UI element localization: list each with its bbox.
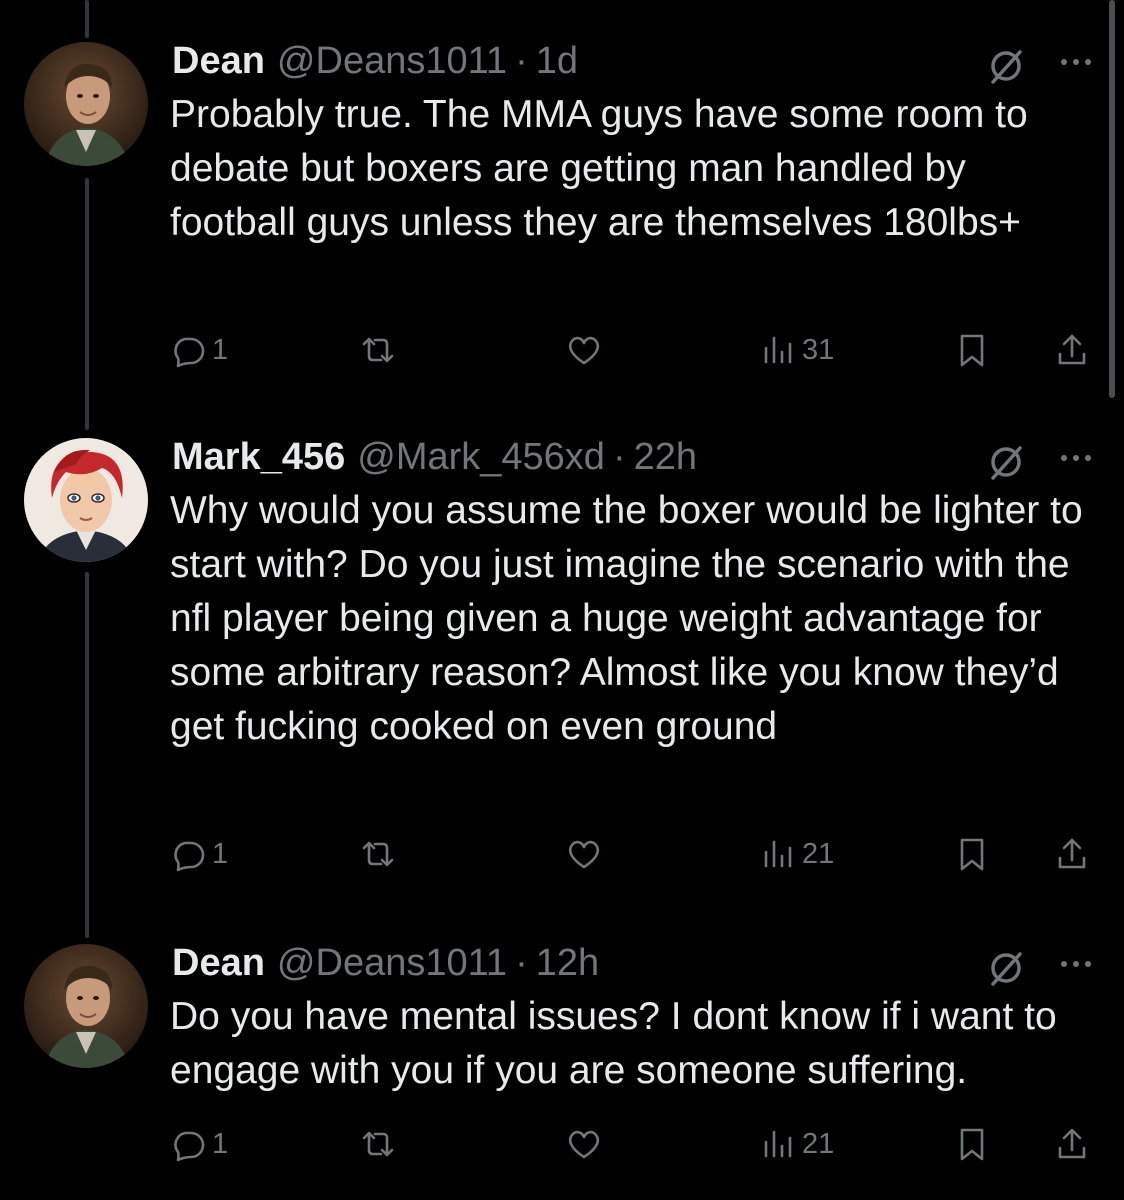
reply-count: 1 xyxy=(212,1127,229,1160)
like-icon xyxy=(568,840,600,869)
reply-icon xyxy=(174,337,205,368)
reply-icon xyxy=(174,1131,205,1162)
bookmark-button[interactable] xyxy=(954,1122,990,1166)
retweet-icon xyxy=(362,337,394,363)
retweet-button[interactable] xyxy=(360,328,396,372)
retweet-button[interactable] xyxy=(360,832,396,876)
grok-icon[interactable] xyxy=(986,442,1026,482)
bookmark-icon xyxy=(960,838,984,871)
like-button[interactable] xyxy=(566,1122,602,1166)
share-button[interactable] xyxy=(1054,832,1090,876)
display-name[interactable]: Mark_456 xyxy=(172,436,345,479)
views-button[interactable]: 21 xyxy=(760,832,834,876)
grok-icon[interactable] xyxy=(986,948,1026,988)
timestamp[interactable]: 12h xyxy=(536,942,599,985)
more-icon[interactable] xyxy=(1056,446,1096,470)
display-name[interactable]: Dean xyxy=(172,942,265,985)
separator: · xyxy=(515,40,528,82)
share-icon xyxy=(1058,838,1086,869)
user-handle[interactable]: @Deans1011 xyxy=(277,40,507,83)
action-bar: 1 21 xyxy=(170,832,1100,876)
more-icon[interactable] xyxy=(1056,50,1096,74)
bookmark-icon xyxy=(960,1128,984,1161)
more-icon[interactable] xyxy=(1056,952,1096,976)
user-handle[interactable]: @Deans1011 xyxy=(277,942,507,985)
tweet-text: Why would you assume the boxer would be … xyxy=(170,489,1083,748)
avatar[interactable] xyxy=(24,42,148,166)
like-button[interactable] xyxy=(566,328,602,372)
bookmark-button[interactable] xyxy=(954,328,990,372)
bookmark-button[interactable] xyxy=(954,832,990,876)
display-name[interactable]: Dean xyxy=(172,40,265,83)
retweet-icon xyxy=(362,1131,394,1157)
timestamp[interactable]: 22h xyxy=(634,436,697,479)
views-icon xyxy=(764,840,792,868)
action-bar: 1 21 xyxy=(170,1122,1100,1166)
views-button[interactable]: 21 xyxy=(760,1122,834,1166)
reply-count: 1 xyxy=(212,333,229,366)
reply-button[interactable]: 1 xyxy=(170,1122,228,1166)
timestamp[interactable]: 1d xyxy=(536,40,578,83)
reply-icon xyxy=(174,841,205,872)
reply-button[interactable]: 1 xyxy=(170,328,228,372)
avatar[interactable] xyxy=(24,944,148,1068)
thread-line-2 xyxy=(85,572,89,938)
retweet-button[interactable] xyxy=(360,1122,396,1166)
tweet-header: Dean @Deans1011 · 12h xyxy=(172,942,599,988)
tweet-header: Mark_456 @Mark_456xd · 22h xyxy=(172,436,697,482)
share-button[interactable] xyxy=(1054,1122,1090,1166)
action-bar: 1 31 xyxy=(170,328,1100,372)
scrollbar[interactable] xyxy=(1109,0,1115,398)
tweet-text: Probably true. The MMA guys have some ro… xyxy=(170,93,1028,244)
views-count: 31 xyxy=(802,333,835,366)
views-button[interactable]: 31 xyxy=(760,328,834,372)
views-count: 21 xyxy=(802,837,835,870)
separator: · xyxy=(612,436,626,478)
tweet-header: Dean @Deans1011 · 1d xyxy=(172,40,578,86)
thread-line-top xyxy=(85,0,89,38)
avatar[interactable] xyxy=(24,438,148,562)
share-icon xyxy=(1058,334,1086,365)
reply-count: 1 xyxy=(212,837,229,870)
like-icon xyxy=(568,336,600,365)
views-icon xyxy=(764,336,792,364)
grok-icon[interactable] xyxy=(986,46,1026,86)
views-count: 21 xyxy=(802,1127,835,1160)
share-button[interactable] xyxy=(1054,328,1090,372)
user-handle[interactable]: @Mark_456xd xyxy=(357,436,605,479)
separator: · xyxy=(515,942,528,984)
views-icon xyxy=(764,1130,792,1158)
like-button[interactable] xyxy=(566,832,602,876)
retweet-icon xyxy=(362,841,394,867)
thread-line-1 xyxy=(85,178,89,430)
like-icon xyxy=(568,1130,600,1159)
share-icon xyxy=(1058,1128,1086,1159)
bookmark-icon xyxy=(960,334,984,367)
tweet-text: Do you have mental issues? I dont know i… xyxy=(170,995,1057,1092)
reply-button[interactable]: 1 xyxy=(170,832,228,876)
